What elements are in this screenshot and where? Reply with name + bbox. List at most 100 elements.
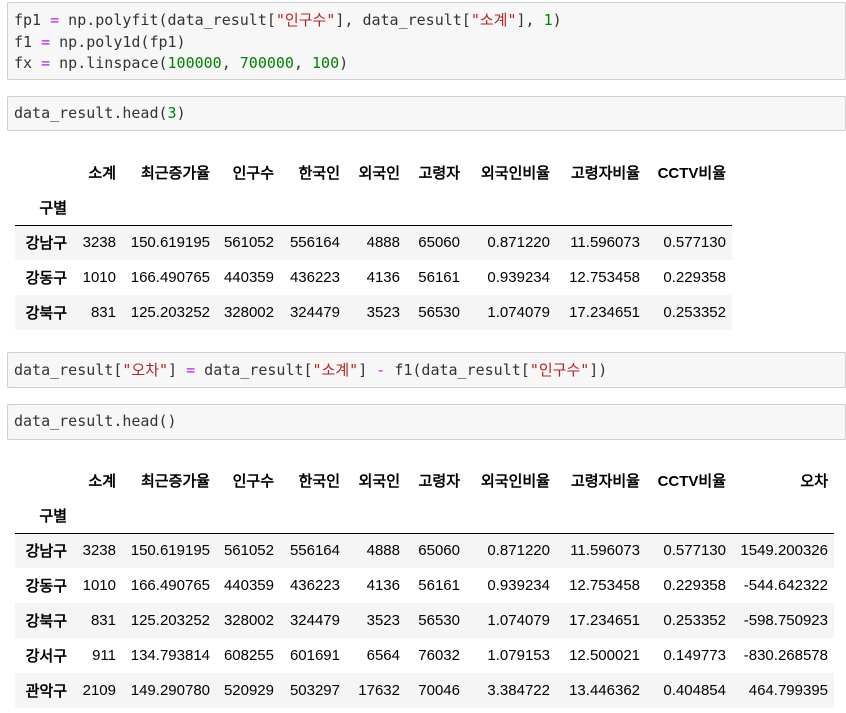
column-header: 인구수 [232,473,274,490]
table-cell: 4136 [366,269,400,286]
index-name-row: 구별 [15,498,834,534]
table-cell: 65060 [418,542,460,560]
table-cell: 0.253352 [663,304,726,321]
table-cell: 65060 [418,234,460,252]
code-line: data_result.head(3) [14,103,839,125]
table-body: 강남구 3238 150.619195 561052 556164 4888 65060 0.… [15,533,834,708]
empty-header-cell [466,190,556,226]
table-cell: 440359 [223,269,274,286]
code-cell-head[interactable]: data_result.head() [7,404,846,440]
row-index-label: 강북구 [25,305,67,322]
table-cell: 56530 [418,304,460,321]
table-cell: 556164 [289,542,340,560]
table-cell: -598.750923 [743,612,828,629]
table-cell: 0.871220 [487,542,550,560]
string-literal: "오차" [122,361,169,379]
row-index-label: 강북구 [25,613,67,630]
table-cell: 56530 [418,612,460,629]
index-corner-cell [15,155,73,190]
operator-token: = [41,32,51,51]
empty-header-cell [466,498,556,534]
code-text: , [221,54,240,72]
code-text: ], data_result[ [335,11,471,29]
column-header: 외국인비율 [480,473,550,490]
column-header: 고령자 [418,473,460,490]
table-cell: 328002 [223,612,274,629]
empty-header-cell [73,190,122,226]
operator-token: = [41,54,51,72]
number-literal: 100000 [167,54,222,72]
table-cell: 4888 [366,234,400,252]
column-header: 고령자비율 [570,165,640,182]
table-cell: 0.253352 [663,612,726,629]
table-cell: 3523 [366,304,400,321]
string-literal: "인구수" [275,11,336,29]
operator-token: = [50,11,60,29]
number-literal: 3 [167,104,177,122]
table-cell: 13.446362 [569,682,640,699]
table-cell: 0.577130 [663,542,726,560]
table-cell: 12.753458 [569,577,640,594]
table-cell: 12.753458 [569,269,640,286]
table-cell: 556164 [289,234,340,252]
empty-header-cell [122,498,216,534]
column-header-row: 소계 최근증가율 인구수 한국인 외국인 고령자 외국인비율 고령자비율 CCTV비율 [15,155,732,190]
dataframe-output: 소계 최근증가율 인구수 한국인 외국인 고령자 외국인비율 고령자비율 CCTV비율 오차 구별 강… [15,463,834,708]
table-cell: 520929 [223,682,274,699]
table-cell: 0.939234 [487,577,550,594]
table-row: 강북구 831 125.203252 328002 324479 3523 56530 1.0… [15,603,834,638]
table-cell: 150.619195 [130,542,210,560]
code-text: data_result[ [14,361,123,379]
code-cell-error-column[interactable]: data_result["오차"] = data_result["소계"] - … [7,352,846,388]
table-cell: 125.203252 [130,304,210,321]
code-text: np.linspace( [50,54,168,72]
table-cell: 1549.200326 [740,542,828,560]
number-literal: 700000 [239,54,294,72]
table-cell: 0.871220 [487,234,550,252]
code-text: , [293,54,313,72]
table-cell: 3238 [82,542,116,560]
code-text: np.polyfit(data_result[ [59,11,276,29]
table-cell: 3.384722 [487,682,550,699]
code-line: fp1 = np.polyfit(data_result["인구수"], dat… [14,10,839,32]
row-index-label: 강동구 [25,270,67,287]
code-text: f1 [14,32,42,51]
empty-header-cell [122,190,216,226]
string-literal: "소계" [470,11,517,29]
code-cell-head-3[interactable]: data_result.head(3) [7,96,846,131]
code-text: ) [339,54,349,72]
table-cell: 0.577130 [663,234,726,252]
code-text: fx [14,54,42,72]
code-text: ) [552,11,562,29]
notebook: fp1 = np.polyfit(data_result["인구수"], dat… [0,0,846,713]
table-cell: 911 [92,647,116,664]
column-header: 소계 [88,473,116,490]
string-literal: "인구수" [529,361,590,379]
string-literal: "소계" [312,361,359,379]
code-cell-polyfit[interactable]: fp1 = np.polyfit(data_result["인구수"], dat… [7,2,846,80]
column-header: CCTV비율 [657,165,726,182]
column-header: 외국인비율 [480,165,550,182]
table-cell: 1010 [82,269,116,286]
table-cell: 503297 [289,682,340,699]
column-header: 외국인 [358,473,400,490]
table-cell: 1.074079 [487,612,550,629]
table-cell: 601691 [289,647,340,664]
table-cell: 831 [90,304,116,321]
table-cell: 328002 [223,304,274,321]
table-cell: 56161 [418,577,460,594]
code-line: fx = np.linspace(100000, 700000, 100) [14,53,839,75]
empty-header-cell [280,498,346,534]
table-row: 강동구 1010 166.490765 440359 436223 4136 56161 0.… [15,260,732,295]
table-cell: 11.596073 [570,542,640,560]
table-cell: 4888 [366,542,400,560]
table-cell: 0.939234 [487,269,550,286]
row-index-label: 강남구 [25,235,67,253]
empty-header-cell [346,190,406,226]
table-cell: 1010 [82,577,116,594]
table-cell: 0.404854 [663,682,726,699]
empty-header-cell [216,498,280,534]
table-cell: 464.799395 [748,682,828,699]
empty-header-cell [406,498,466,534]
table-cell: 12.500021 [569,647,640,664]
